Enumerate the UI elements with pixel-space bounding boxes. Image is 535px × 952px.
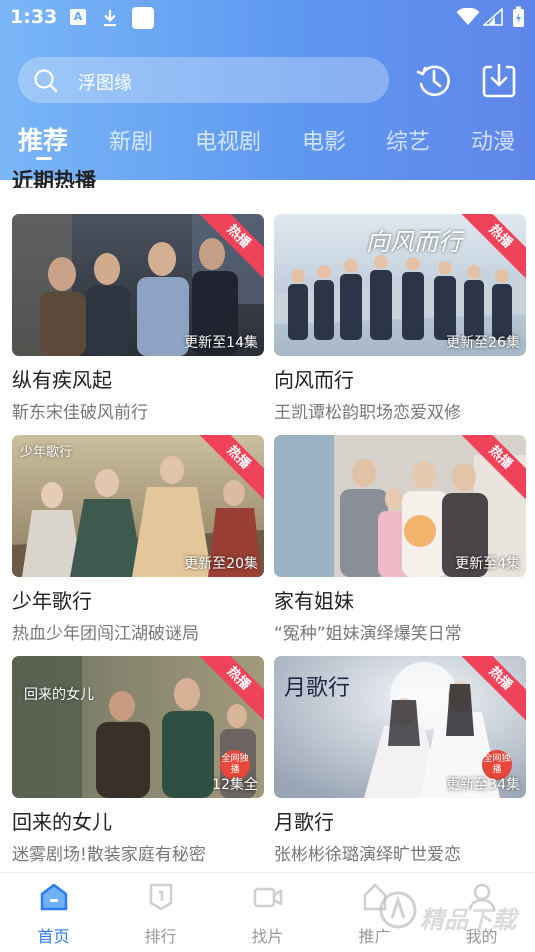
drama-card[interactable]: 热播 更新至4集 家有姐妹 “冤种”姐妹演绎爆笑日常 [274,435,526,644]
nav-home[interactable]: 首页 [0,873,107,952]
card-title[interactable]: 月歌行 [274,806,526,835]
nav-label: 排行 [144,927,177,946]
card-description: 王凯谭松韵职场恋爱双修 [274,403,461,423]
download-icon[interactable] [479,60,519,100]
card-title[interactable]: 向风而行 [274,364,526,393]
tab-new-drama[interactable]: 新剧 [109,124,153,156]
rank-icon [149,883,173,911]
card-description: 靳东宋佳破风前行 [12,403,148,423]
poster-thumbnail[interactable]: 热播 更新至14集 [12,214,264,356]
app-header: 1:33 A 浮图缘 推荐 新剧 电视剧 电影 综艺 动漫 [0,0,535,180]
card-description: “冤种”姐妹演绎爆笑日常 [274,624,462,644]
poster-thumbnail[interactable]: 向风而行 热播 更新至26集 [274,214,526,356]
hot-badge: 热播 [200,656,264,720]
card-description: 迷雾剧场!散装家庭有秘密 [12,845,206,865]
app-notification-icon [132,7,154,29]
poster-title-text: 回来的女儿 [24,687,94,703]
nav-label: 首页 [37,927,70,946]
search-icon [34,69,58,93]
card-description: 张彬彬徐璐演绎旷世爱恋 [274,845,461,865]
tab-anime[interactable]: 动漫 [471,124,515,156]
search-input[interactable]: 浮图缘 [18,57,389,103]
watermark-logo-icon [379,891,417,929]
drama-card[interactable]: 少年歌行 热播 更新至20集 少年歌行 热血少年团闯江湖破谜局 [12,435,264,644]
nav-rank[interactable]: 排行 [107,873,214,952]
wifi-icon [456,8,480,25]
battery-icon [513,6,524,27]
category-tabs: 推荐 新剧 电视剧 电影 综艺 动漫 [0,117,535,165]
card-title[interactable]: 纵有疾风起 [12,364,264,393]
poster-thumbnail[interactable]: 月歌行 全网独播 热播 更新至34集 [274,656,526,798]
episode-label: 更新至26集 [446,335,520,351]
video-icon [253,887,283,908]
poster-thumbnail[interactable]: 回来的女儿 全网独播 热播 12集全 [12,656,264,798]
status-bar: 1:33 A [0,0,535,36]
tab-variety[interactable]: 综艺 [386,124,430,156]
poster-thumbnail[interactable]: 少年歌行 热播 更新至20集 [12,435,264,577]
poster-title-text: 少年歌行 [20,445,73,460]
card-title[interactable]: 少年歌行 [12,585,264,614]
drama-card[interactable]: 向风而行 热播 更新至26集 向风而行 王凯谭松韵职场恋爱双修 [274,214,526,423]
hot-badge: 热播 [200,435,264,499]
card-description: 热血少年团闯江湖破谜局 [12,624,199,644]
history-icon[interactable] [414,60,454,100]
card-title[interactable]: 家有姐妹 [274,585,526,614]
hot-badge: 热播 [462,214,526,278]
episode-label: 更新至14集 [184,335,258,351]
poster-title-text: 向风而行 [366,228,462,256]
watermark-text: 精品下载 [420,906,516,934]
hot-badge: 热播 [462,656,526,720]
drama-card[interactable]: 热播 更新至14集 纵有疾风起 靳东宋佳破风前行 [12,214,264,423]
section-title: 近期热播 [12,169,96,188]
poster-thumbnail[interactable]: 热播 更新至4集 [274,435,526,577]
drama-card[interactable]: 回来的女儿 全网独播 热播 12集全 回来的女儿 迷雾剧场!散装家庭有秘密 [12,656,264,865]
episode-label: 更新至34集 [446,777,520,793]
card-title[interactable]: 回来的女儿 [12,806,264,835]
nav-find[interactable]: 找片 [214,873,321,952]
status-time: 1:33 [10,6,58,28]
tab-recommend[interactable]: 推荐 [18,121,68,157]
episode-label: 12集全 [212,777,258,793]
episode-label: 更新至4集 [455,556,520,572]
hot-badge: 热播 [200,214,264,278]
tab-tv-series[interactable]: 电视剧 [195,124,261,156]
download-notification-icon [104,10,116,27]
home-icon [40,883,68,911]
search-placeholder: 浮图缘 [78,73,132,94]
episode-label: 更新至20集 [184,556,258,572]
hot-badge: 热播 [462,435,526,499]
notification-a-icon: A [70,9,86,25]
poster-title-text: 月歌行 [284,676,351,701]
signal-icon [483,8,503,26]
tab-movie[interactable]: 电影 [302,124,346,156]
drama-card[interactable]: 月歌行 全网独播 热播 更新至34集 月歌行 张彬彬徐璐演绎旷世爱恋 [274,656,526,865]
nav-label: 找片 [251,927,284,946]
